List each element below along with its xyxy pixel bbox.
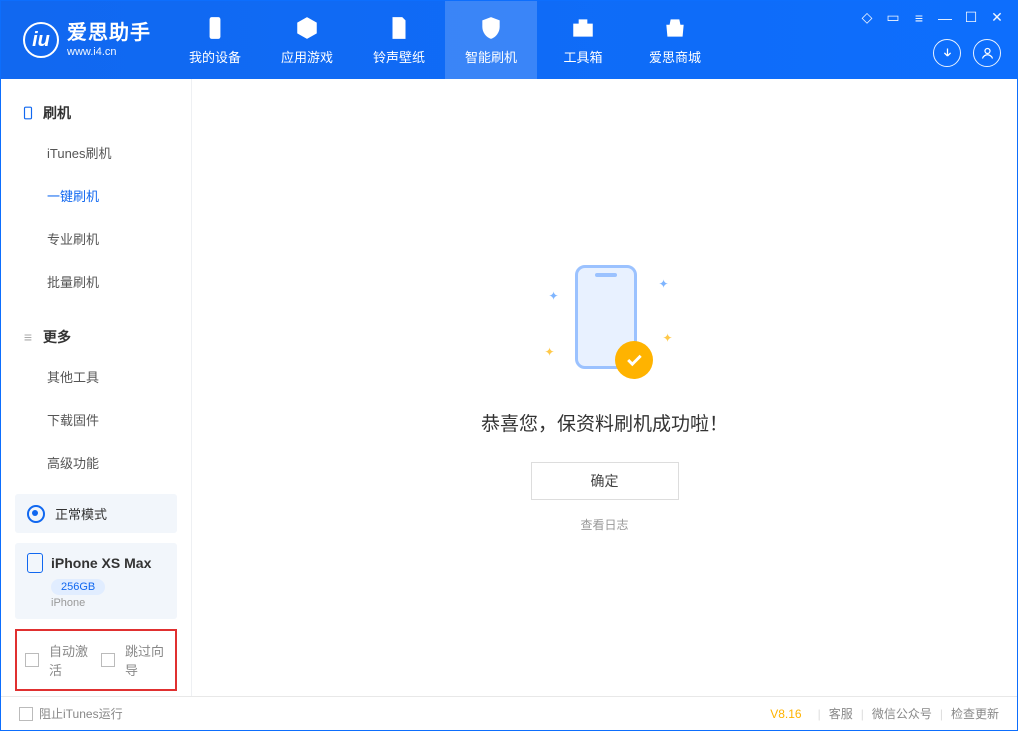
device-card[interactable]: iPhone XS Max 256GB iPhone — [15, 543, 177, 619]
logo[interactable]: iu 爱思助手 www.i4.cn — [1, 22, 169, 58]
nav-flash[interactable]: 智能刷机 — [445, 1, 537, 79]
checkbox-block-itunes[interactable] — [19, 707, 33, 721]
header: iu 爱思助手 www.i4.cn 我的设备 应用游戏 铃声壁纸 智能刷机 — [1, 1, 1017, 79]
section-heading-flash: 刷机 — [1, 95, 191, 131]
shield-sync-icon — [478, 15, 504, 41]
sidebar-item-pro-flash[interactable]: 专业刷机 — [1, 217, 191, 260]
menu-icon[interactable]: ≡ — [911, 10, 927, 26]
nav-toolbox[interactable]: 工具箱 — [537, 1, 629, 79]
sidebar-item-onekey-flash[interactable]: 一键刷机 — [1, 174, 191, 217]
mode-icon — [27, 505, 45, 523]
close-button[interactable]: ✕ — [989, 9, 1005, 26]
nav-store[interactable]: 爱思商城 — [629, 1, 721, 79]
feedback-icon[interactable]: ▭ — [885, 9, 901, 26]
main-content: ✦ ✦ ✦ ✦ 恭喜您，保资料刷机成功啦！ 确定 查看日志 — [191, 79, 1017, 696]
nav-label: 智能刷机 — [465, 47, 517, 66]
sidebar-item-batch-flash[interactable]: 批量刷机 — [1, 260, 191, 303]
list-icon: ≡ — [21, 330, 35, 344]
cube-icon — [294, 15, 320, 41]
footer: 阻止iTunes运行 V8.16 | 客服 | 微信公众号 | 检查更新 — [1, 696, 1017, 730]
section-heading-more: ≡ 更多 — [1, 319, 191, 355]
mode-label: 正常模式 — [55, 504, 107, 523]
toolbox-icon — [570, 15, 596, 41]
sidebar-section-more: ≡ 更多 其他工具 下载固件 高级功能 — [1, 303, 191, 484]
device-name: iPhone XS Max — [51, 555, 151, 571]
nav-my-device[interactable]: 我的设备 — [169, 1, 261, 79]
sparkle-icon: ✦ — [545, 345, 555, 359]
download-button[interactable] — [933, 39, 961, 67]
sidebar: 刷机 iTunes刷机 一键刷机 专业刷机 批量刷机 ≡ 更多 其他工具 下载固… — [1, 79, 191, 696]
user-button[interactable] — [973, 39, 1001, 67]
store-icon — [662, 15, 688, 41]
maximize-button[interactable]: ☐ — [963, 9, 979, 26]
minimize-button[interactable]: — — [937, 10, 953, 26]
heading-label: 刷机 — [43, 103, 71, 123]
phone-icon — [27, 553, 43, 573]
options-highlight: 自动激活 跳过向导 — [15, 629, 177, 691]
view-log-link[interactable]: 查看日志 — [580, 516, 628, 533]
sidebar-item-other-tools[interactable]: 其他工具 — [1, 355, 191, 398]
sidebar-item-download-firmware[interactable]: 下载固件 — [1, 398, 191, 441]
nav-label: 工具箱 — [563, 47, 602, 66]
sidebar-item-itunes-flash[interactable]: iTunes刷机 — [1, 131, 191, 174]
body: 刷机 iTunes刷机 一键刷机 专业刷机 批量刷机 ≡ 更多 其他工具 下载固… — [1, 79, 1017, 696]
sparkle-icon: ✦ — [658, 277, 668, 291]
sidebar-section-flash: 刷机 iTunes刷机 一键刷机 专业刷机 批量刷机 — [1, 79, 191, 303]
success-illustration: ✦ ✦ ✦ ✦ — [535, 259, 675, 389]
nav-label: 铃声壁纸 — [373, 47, 425, 66]
logo-icon: iu — [23, 22, 59, 58]
phone-outline-icon — [21, 106, 35, 120]
nav-label: 爱思商城 — [649, 47, 701, 66]
option-auto-activate-label: 自动激活 — [49, 641, 91, 679]
device-type: iPhone — [51, 597, 165, 609]
footer-link-update[interactable]: 检查更新 — [951, 705, 999, 722]
nav-apps-games[interactable]: 应用游戏 — [261, 1, 353, 79]
skin-icon[interactable]: ◇ — [859, 9, 875, 26]
sparkle-icon: ✦ — [549, 289, 559, 303]
app-window: iu 爱思助手 www.i4.cn 我的设备 应用游戏 铃声壁纸 智能刷机 — [0, 0, 1018, 731]
checkbox-auto-activate[interactable] — [25, 653, 39, 667]
sparkle-icon: ✦ — [662, 331, 672, 345]
sidebar-item-advanced[interactable]: 高级功能 — [1, 441, 191, 484]
app-title: 爱思助手 — [67, 22, 151, 44]
block-itunes-label: 阻止iTunes运行 — [39, 705, 123, 722]
success-title: 恭喜您，保资料刷机成功啦！ — [481, 409, 728, 436]
footer-link-wechat[interactable]: 微信公众号 — [872, 705, 932, 722]
checkbox-skip-guide[interactable] — [101, 653, 115, 667]
nav-label: 应用游戏 — [281, 47, 333, 66]
checkmark-badge-icon — [615, 341, 653, 379]
device-mode-card[interactable]: 正常模式 — [15, 494, 177, 533]
device-capacity: 256GB — [51, 579, 105, 595]
nav-ringtones[interactable]: 铃声壁纸 — [353, 1, 445, 79]
option-skip-guide-label: 跳过向导 — [125, 641, 167, 679]
music-file-icon — [386, 15, 412, 41]
ok-button[interactable]: 确定 — [531, 462, 679, 500]
app-subtitle: www.i4.cn — [67, 46, 151, 58]
main-nav: 我的设备 应用游戏 铃声壁纸 智能刷机 工具箱 爱思商城 — [169, 1, 721, 79]
nav-label: 我的设备 — [189, 47, 241, 66]
device-icon — [202, 15, 228, 41]
window-controls: ◇ ▭ ≡ — ☐ ✕ — [859, 9, 1005, 26]
footer-link-service[interactable]: 客服 — [829, 705, 853, 722]
version-label: V8.16 — [770, 707, 801, 721]
heading-label: 更多 — [43, 327, 71, 347]
